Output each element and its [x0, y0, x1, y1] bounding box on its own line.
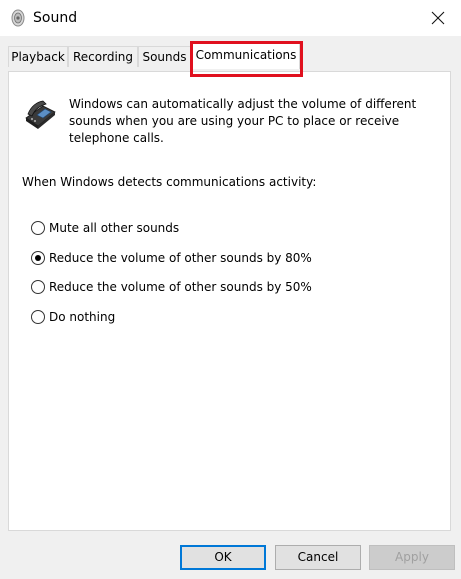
tab-communications[interactable]: Communications: [192, 42, 300, 69]
close-button[interactable]: [415, 0, 461, 36]
radio-button[interactable]: [31, 310, 45, 324]
tab-strip: Playback Recording Sounds Communications: [0, 36, 461, 72]
detect-activity-label: When Windows detects communications acti…: [22, 175, 317, 189]
tab-recording[interactable]: Recording: [68, 46, 138, 67]
close-icon: [431, 11, 445, 25]
sound-dialog: Sound Playback Recording Sounds Communic…: [0, 0, 461, 579]
tab-sounds[interactable]: Sounds: [138, 46, 191, 67]
option-label: Reduce the volume of other sounds by 80%: [49, 251, 312, 265]
ok-button[interactable]: OK: [180, 545, 266, 570]
window-title: Sound: [33, 10, 78, 26]
apply-button[interactable]: Apply: [369, 545, 455, 570]
cancel-button[interactable]: Cancel: [275, 545, 361, 570]
telephone-icon: [23, 98, 57, 132]
option-label: Mute all other sounds: [49, 221, 180, 235]
radio-button-selected[interactable]: [31, 251, 45, 265]
option-reduce-50[interactable]: Reduce the volume of other sounds by 50%: [31, 279, 312, 295]
option-label: Reduce the volume of other sounds by 50%: [49, 280, 312, 294]
option-mute-all[interactable]: Mute all other sounds: [31, 220, 179, 236]
option-label: Do nothing: [49, 310, 116, 324]
tab-playback[interactable]: Playback: [8, 46, 68, 67]
option-do-nothing[interactable]: Do nothing: [31, 309, 115, 325]
title-bar: Sound: [0, 0, 461, 36]
radio-button[interactable]: [31, 280, 45, 294]
communications-description: Windows can automatically adjust the vol…: [69, 97, 417, 145]
communications-panel: Windows can automatically adjust the vol…: [8, 71, 451, 531]
radio-button[interactable]: [31, 221, 45, 235]
option-reduce-80[interactable]: Reduce the volume of other sounds by 80%: [31, 250, 312, 266]
speaker-icon: [10, 9, 26, 27]
